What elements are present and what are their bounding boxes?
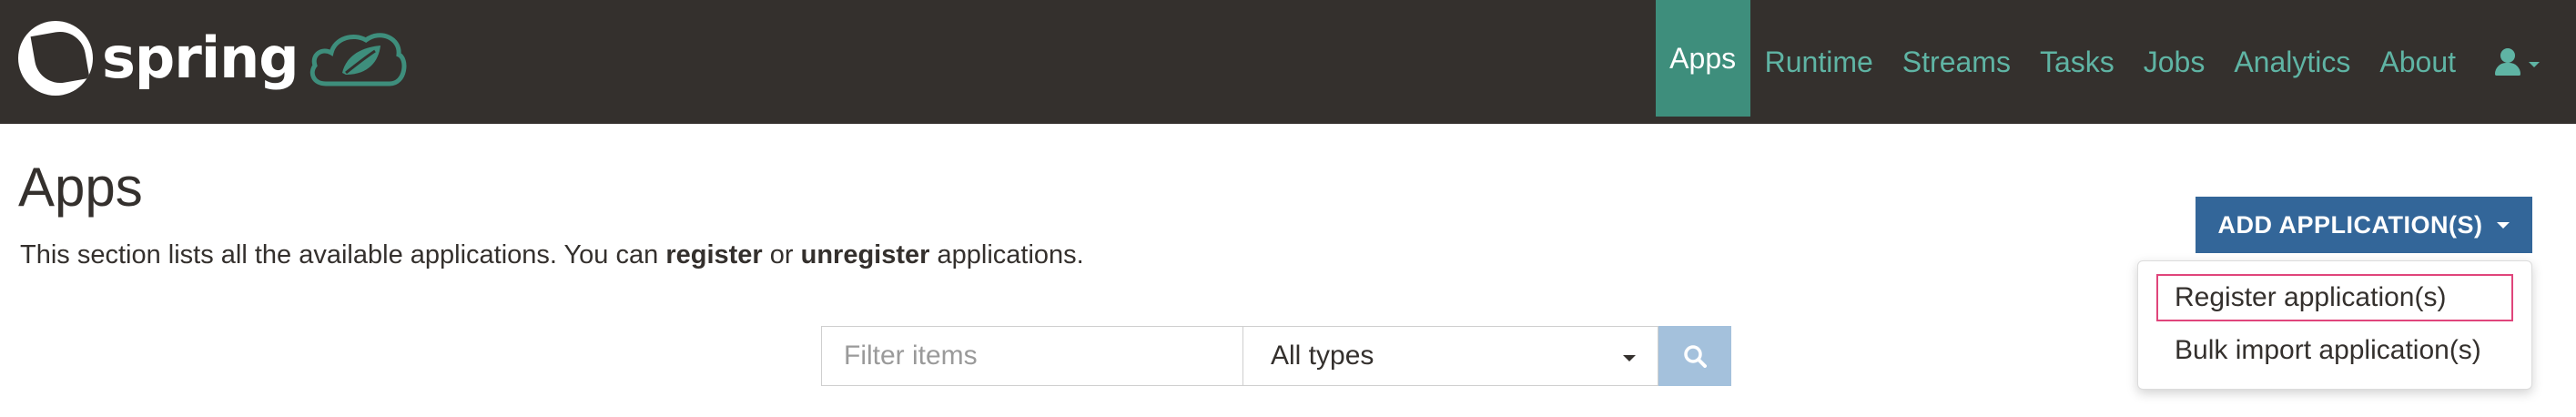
- nav-item-jobs[interactable]: Jobs: [2129, 0, 2220, 124]
- add-application-button[interactable]: ADD APPLICATION(S): [2196, 197, 2532, 253]
- main-nav: Apps Runtime Streams Tasks Jobs Analytic…: [1655, 0, 2576, 124]
- search-icon: [1684, 345, 1707, 368]
- add-application-label: ADD APPLICATION(S): [2217, 210, 2483, 239]
- desc-text-prefix: This section lists all the available app…: [20, 240, 666, 270]
- nav-item-about[interactable]: About: [2365, 0, 2470, 124]
- type-select[interactable]: All types: [1243, 326, 1658, 386]
- desc-register: register: [665, 240, 763, 270]
- brand-logo[interactable]: spring: [18, 20, 408, 97]
- desc-text-or: or: [762, 240, 801, 270]
- desc-unregister: unregister: [800, 240, 930, 270]
- chevron-down-icon: [2497, 221, 2510, 229]
- nav-item-tasks[interactable]: Tasks: [2025, 0, 2129, 124]
- user-menu[interactable]: [2470, 0, 2576, 124]
- search-button[interactable]: [1658, 326, 1731, 386]
- spring-leaf-icon: [18, 21, 93, 96]
- spring-cloud-leaf-icon: [306, 25, 408, 91]
- page-title: Apps: [18, 157, 143, 218]
- add-application-menu: Register application(s) Bulk import appl…: [2137, 260, 2532, 390]
- menu-item-bulk-import[interactable]: Bulk import application(s): [2156, 327, 2513, 374]
- navbar: spring Apps Runtime Streams Tasks Jobs A…: [0, 0, 2576, 124]
- nav-item-streams[interactable]: Streams: [1888, 0, 2025, 124]
- nav-item-apps[interactable]: Apps: [1655, 0, 1750, 117]
- desc-text-suffix: applications.: [929, 240, 1084, 270]
- filter-input[interactable]: [821, 326, 1243, 386]
- menu-item-register-application[interactable]: Register application(s): [2156, 274, 2513, 321]
- chevron-down-icon: [1623, 354, 1636, 361]
- type-select-value: All types: [1271, 341, 1374, 371]
- nav-item-runtime[interactable]: Runtime: [1750, 0, 1888, 124]
- chevron-down-icon: [2529, 62, 2540, 67]
- nav-item-analytics[interactable]: Analytics: [2219, 0, 2365, 124]
- page-description: This section lists all the available app…: [20, 235, 1084, 275]
- brand-wordmark: spring: [102, 25, 299, 91]
- user-icon: [2492, 46, 2523, 77]
- filter-bar: All types: [821, 326, 1731, 386]
